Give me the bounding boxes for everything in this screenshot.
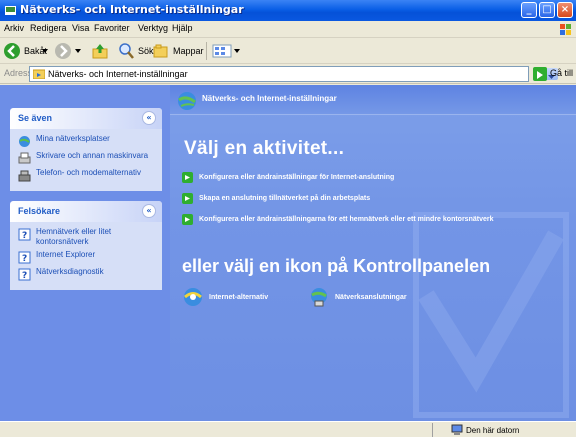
menu-view[interactable]: Visa (72, 23, 89, 33)
help-icon: ? (18, 251, 31, 264)
back-arrow-icon (4, 43, 20, 59)
menu-edit[interactable]: Redigera (30, 23, 67, 33)
status-bar: Den här datorn (0, 421, 576, 437)
status-zone: Den här datorn (451, 424, 519, 436)
network-internet-icon (178, 92, 196, 110)
chevron-down-icon (75, 49, 81, 53)
back-dropdown[interactable] (42, 41, 48, 61)
forward-arrow-icon (55, 43, 71, 59)
main-content: Nätverks- och Internet-inställningar Väl… (170, 85, 576, 421)
help-icon: ? (18, 268, 31, 281)
address-value: Nätverks- och Internet-inställningar (48, 69, 188, 79)
task-internet-connection[interactable]: Konfigurera eller ändrainställningar för… (182, 172, 394, 183)
troubleshoot-panel: Felsökare « ? Hemnätverk eller litet kon… (10, 201, 162, 290)
window-title: Nätverks- och Internet-inställningar (20, 3, 244, 16)
chevron-down-icon (42, 49, 48, 53)
link-network-places[interactable]: Mina nätverksplatser (18, 134, 156, 148)
go-button[interactable] (533, 67, 547, 81)
see-also-header[interactable]: Se även « (10, 108, 162, 129)
menu-help[interactable]: Hjälp (172, 23, 193, 33)
task-home-network[interactable]: Konfigurera eller ändrainställningarna f… (182, 214, 493, 225)
network-connections-icon (311, 288, 327, 307)
views-button[interactable] (212, 41, 240, 61)
menu-bar: Arkiv Redigera Visa Favoriter Verktyg Hj… (0, 21, 576, 38)
troubleshoot-header[interactable]: Felsökare « (10, 201, 162, 222)
see-also-panel: Se även « Mina nätverksplatser Skrivare … (10, 108, 162, 191)
chevron-down-icon (234, 49, 240, 53)
task-arrow-icon (182, 214, 193, 225)
explorer-window: Nätverks- och Internet-inställningar _ □… (0, 0, 576, 437)
checkmark-watermark-icon (413, 212, 569, 418)
task-workplace-connection[interactable]: Skapa en anslutning tillnätverket på din… (182, 193, 370, 204)
title-bar[interactable]: Nätverks- och Internet-inställningar _ □… (0, 0, 576, 21)
folder-up-icon (92, 44, 108, 59)
svg-text:?: ? (22, 254, 27, 264)
status-zone-label: Den här datorn (466, 425, 520, 435)
task-arrow-icon (182, 193, 193, 204)
task-arrow-icon (182, 172, 193, 183)
folders-button[interactable]: Mappar (152, 41, 204, 61)
phone-modem-icon (18, 170, 31, 182)
internet-options-icon (184, 288, 202, 306)
menu-file[interactable]: Arkiv (4, 23, 24, 33)
control-panel-icon (5, 6, 16, 15)
link-phone-modem[interactable]: Telefon- och modemalternativ (18, 168, 156, 182)
address-bar: Adress Nätverks- och Internet-inställnin… (0, 64, 576, 84)
folders-icon (153, 44, 168, 58)
link-network-diagnostics[interactable]: ? Nätverksdiagnostik (18, 267, 156, 281)
status-separator (432, 423, 433, 437)
cp-internet-options[interactable]: Internet-alternativ (182, 286, 268, 308)
forward-button[interactable] (54, 41, 72, 61)
toolbar: Bakåt Sök Mappar (0, 38, 576, 64)
link-printers[interactable]: Skrivare och annan maskinvara (18, 151, 156, 165)
up-button[interactable] (91, 41, 109, 61)
windows-logo-icon (560, 24, 571, 35)
menu-favorites[interactable]: Favoriter (94, 23, 130, 33)
pick-task-heading: Välj en aktivitet... (184, 138, 345, 159)
collapse-chevron-icon[interactable]: « (142, 204, 156, 218)
address-label: Adress (4, 68, 33, 78)
control-panel-folder-icon (33, 69, 45, 79)
printer-icon (18, 152, 31, 164)
svg-text:?: ? (22, 231, 27, 241)
views-icon (212, 44, 232, 58)
menu-tools[interactable]: Verktyg (138, 23, 168, 33)
svg-text:?: ? (22, 271, 27, 281)
back-button[interactable]: Bakåt (3, 41, 47, 61)
my-computer-icon (451, 424, 463, 435)
category-header: Nätverks- och Internet-inställningar (170, 85, 576, 115)
search-icon (119, 43, 134, 59)
network-places-icon (19, 136, 30, 147)
close-button[interactable]: × (557, 2, 573, 18)
maximize-button[interactable]: □ (539, 2, 555, 18)
search-button[interactable]: Sök (117, 41, 154, 61)
collapse-chevron-icon[interactable]: « (142, 111, 156, 125)
help-icon: ? (18, 228, 31, 241)
task-pane: Se även « Mina nätverksplatser Skrivare … (0, 85, 170, 421)
go-arrow-icon (537, 71, 543, 79)
link-home-network-troubleshooter[interactable]: ? Hemnätverk eller litet kontorsnätverk (18, 227, 156, 247)
go-label[interactable]: Gå till (550, 68, 573, 78)
folders-label: Mappar (173, 46, 204, 56)
address-input[interactable]: Nätverks- och Internet-inställningar (29, 66, 558, 82)
cp-network-connections[interactable]: Nätverksanslutningar (308, 286, 407, 308)
toolbar-separator (206, 42, 207, 60)
see-also-title: Se även (18, 113, 53, 123)
troubleshoot-title: Felsökare (18, 206, 61, 216)
link-ie-troubleshooter[interactable]: ? Internet Explorer (18, 250, 156, 264)
pick-icon-heading: eller välj en ikon på Kontrollpanelen (182, 256, 491, 276)
minimize-button[interactable]: _ (521, 2, 537, 18)
category-title: Nätverks- och Internet-inställningar (202, 94, 337, 103)
forward-dropdown[interactable] (75, 41, 81, 61)
